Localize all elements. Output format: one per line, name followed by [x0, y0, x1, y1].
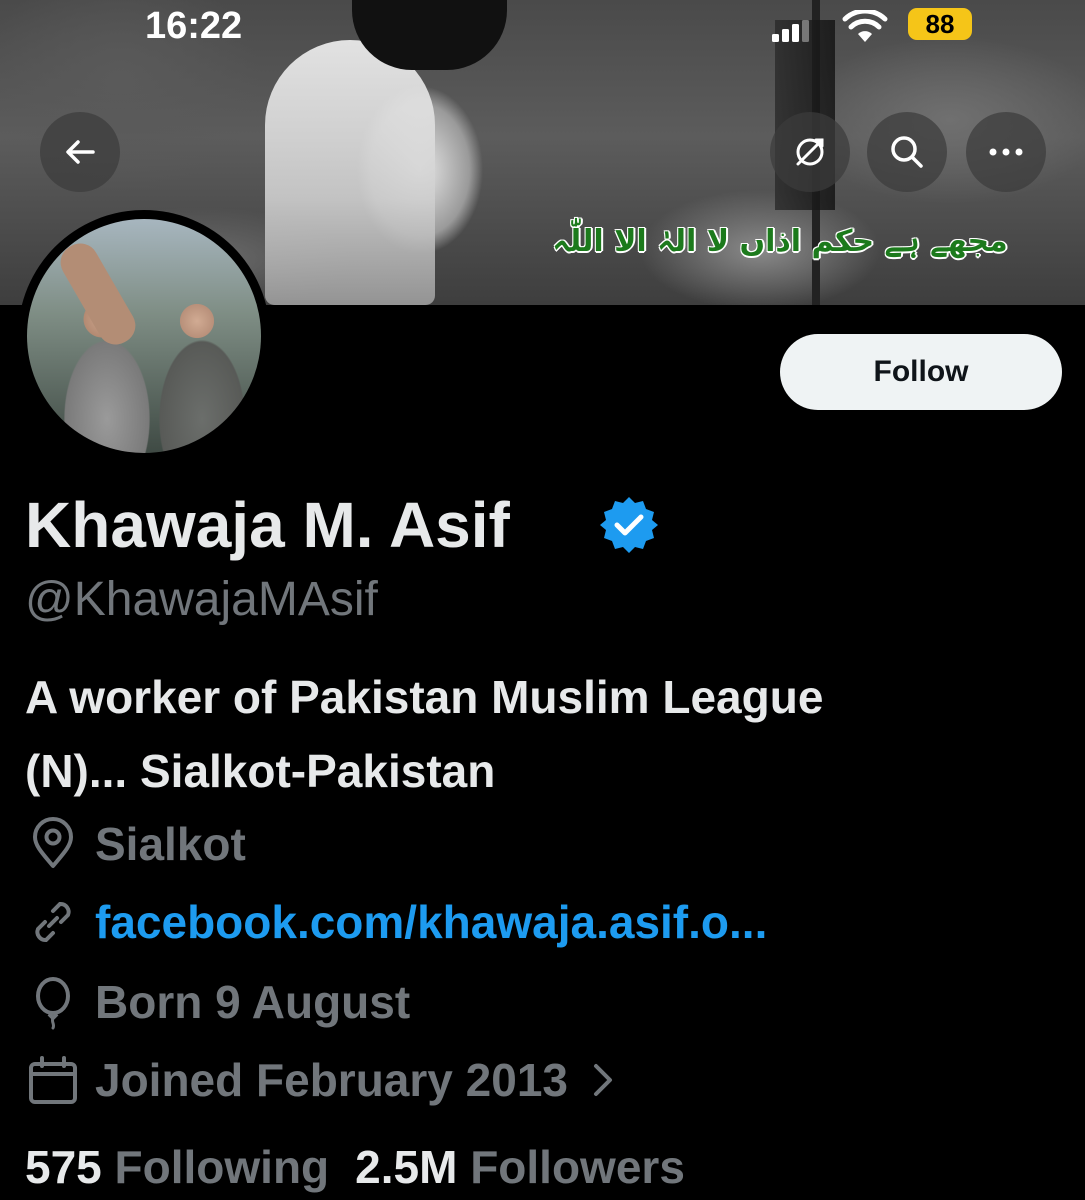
profile-birthday: Born 9 August: [25, 970, 410, 1034]
wifi-icon: [842, 10, 888, 42]
following-link[interactable]: 575 Following: [25, 1141, 329, 1193]
profile-bio: A worker of Pakistan Muslim League (N)..…: [25, 660, 1065, 808]
joined-text: Joined February 2013: [95, 1054, 568, 1106]
calendar-icon: [29, 1056, 77, 1104]
display-name: Khawaja M. Asif: [25, 489, 510, 561]
profile-location: Sialkot: [25, 812, 246, 876]
battery-indicator: 88: [908, 8, 972, 40]
link-icon: [35, 902, 71, 942]
more-icon: [989, 148, 1023, 156]
website-link[interactable]: facebook.com/khawaja.asif.o...: [95, 895, 767, 949]
location-icon: [33, 817, 73, 868]
follow-stats: 575 Following 2.5M Followers: [25, 1140, 685, 1194]
profile-website[interactable]: facebook.com/khawaja.asif.o...: [25, 890, 767, 954]
followers-count: 2.5M: [355, 1141, 458, 1193]
more-options-button[interactable]: [966, 112, 1046, 192]
bio-line-2: (N)... Sialkot-Pakistan: [25, 745, 496, 797]
balloon-icon: [36, 977, 70, 1030]
follow-button[interactable]: Follow: [780, 334, 1062, 410]
following-count: 575: [25, 1141, 102, 1193]
avatar-raised-arm: [54, 236, 142, 352]
profile-avatar[interactable]: [18, 210, 270, 462]
banner-figure: [265, 40, 435, 305]
search-button[interactable]: [867, 112, 947, 192]
avatar-image: [27, 219, 261, 453]
bio-line-1: A worker of Pakistan Muslim League: [25, 671, 824, 723]
followers-label: Followers: [470, 1141, 685, 1193]
location-text: Sialkot: [95, 818, 246, 870]
translate-button[interactable]: [770, 112, 850, 192]
back-arrow-icon: [66, 140, 95, 164]
cellular-signal-icon: [772, 20, 809, 42]
following-label: Following: [114, 1141, 330, 1193]
banner-urdu-text: مجھے ہے حکم اذاں لا الہٰ الا اللّٰہ: [552, 224, 1008, 259]
status-time: 16:22: [145, 5, 243, 47]
user-handle: @KhawajaMAsif: [25, 573, 378, 626]
search-icon: [891, 136, 923, 168]
back-button[interactable]: [40, 112, 120, 192]
profile-joined[interactable]: Joined February 2013: [25, 1048, 616, 1112]
verified-badge-icon[interactable]: [598, 494, 660, 556]
birthday-text: Born 9 August: [95, 976, 411, 1028]
translate-icon: [796, 138, 824, 166]
chevron-right-icon: [593, 1064, 612, 1096]
followers-link[interactable]: 2.5M Followers: [355, 1141, 685, 1193]
